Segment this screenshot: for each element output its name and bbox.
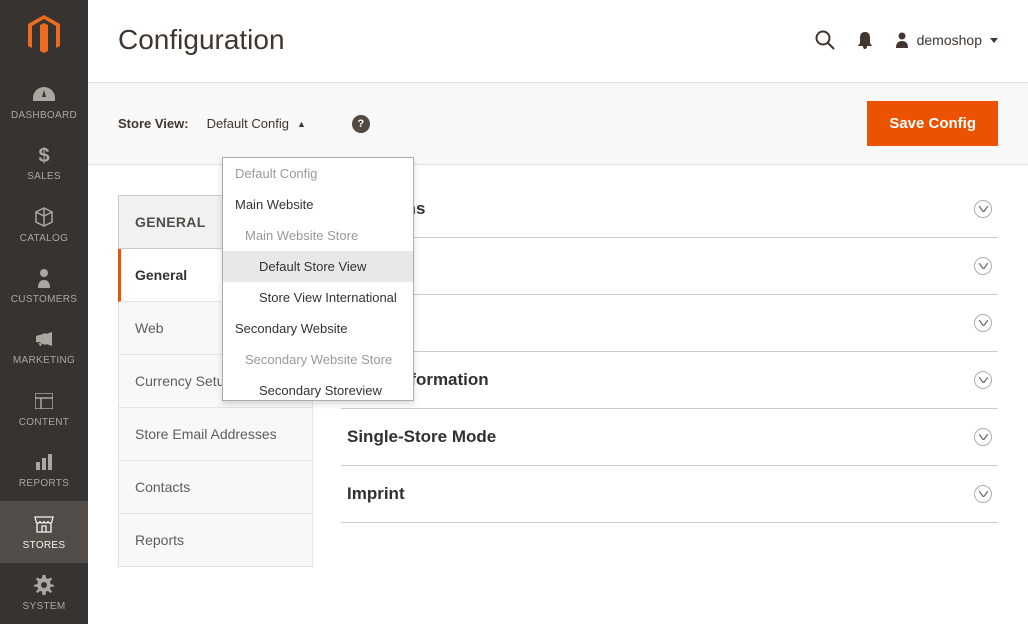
page-header: Configuration demoshop [88,0,1028,66]
user-icon [895,32,909,48]
caret-down-icon [990,38,998,43]
tab-contacts[interactable]: Contacts [118,461,313,514]
person-icon [37,267,51,289]
sidebar-item-label: SALES [27,171,61,182]
sidebar-item-label: DASHBOARD [11,110,77,121]
sidebar-item-label: CUSTOMERS [11,294,77,305]
caret-up-icon: ▲ [297,119,306,129]
dropdown-item-default-store-view[interactable]: Default Store View [223,251,413,282]
gear-icon [34,574,54,596]
sidebar-item-catalog[interactable]: CATALOG [0,194,88,255]
sidebar-item-sales[interactable]: $ SALES [0,132,88,193]
store-view-current: Default Config [207,116,289,131]
admin-sidebar: DASHBOARD $ SALES CATALOG CUSTOMERS MARK… [0,0,88,624]
sidebar-item-dashboard[interactable]: DASHBOARD [0,71,88,132]
sidebar-item-label: SYSTEM [23,601,66,612]
sidebar-item-label: STORES [23,540,66,551]
section-row[interactable]: Options [341,295,998,352]
dollar-icon: $ [38,144,50,166]
sidebar-item-label: MARKETING [13,355,75,366]
sidebar-item-label: CATALOG [20,233,68,244]
sidebar-item-marketing[interactable]: MARKETING [0,317,88,378]
expand-icon [974,257,992,275]
magento-logo[interactable] [0,0,88,71]
page-toolbar: Store View: Default Config ▲ ? Default C… [88,82,1028,165]
user-menu[interactable]: demoshop [895,32,998,48]
section-single-store-mode[interactable]: Single-Store Mode [341,409,998,466]
config-sections: y Options Options Options Store Informat… [313,195,998,624]
expand-icon [974,371,992,389]
section-row[interactable]: y Options [341,195,998,238]
dropdown-item-secondary-website-store: Secondary Website Store [223,344,413,375]
layout-icon [35,390,53,412]
notifications-button[interactable] [857,31,873,49]
bars-icon [35,451,53,473]
sidebar-item-customers[interactable]: CUSTOMERS [0,255,88,316]
save-config-button[interactable]: Save Config [867,101,998,146]
section-store-information[interactable]: Store Information [341,352,998,409]
sidebar-item-content[interactable]: CONTENT [0,378,88,439]
svg-text:$: $ [38,145,49,165]
page-title: Configuration [118,24,285,56]
username: demoshop [917,32,982,48]
section-row[interactable]: Options [341,238,998,295]
help-tooltip-icon[interactable]: ? [352,115,370,133]
tab-reports[interactable]: Reports [118,514,313,567]
sidebar-item-label: REPORTS [19,478,69,489]
storefront-icon [34,513,54,535]
megaphone-icon [34,328,54,350]
dashboard-icon [33,83,55,105]
section-imprint[interactable]: Imprint [341,466,998,523]
store-view-dropdown: Default Config Main Website Main Website… [222,157,414,401]
dropdown-item-main-website-store: Main Website Store [223,220,413,251]
sidebar-item-reports[interactable]: REPORTS [0,440,88,501]
store-view-label: Store View: [118,116,189,131]
section-title: Imprint [347,484,405,504]
expand-icon [974,485,992,503]
tab-store-email-addresses[interactable]: Store Email Addresses [118,408,313,461]
dropdown-item-secondary-website[interactable]: Secondary Website [223,313,413,344]
search-button[interactable] [815,30,835,50]
expand-icon [974,428,992,446]
section-title: Single-Store Mode [347,427,496,447]
store-view-switcher[interactable]: Default Config ▲ [207,116,306,131]
sidebar-item-label: CONTENT [19,417,69,428]
dropdown-item-main-website[interactable]: Main Website [223,189,413,220]
dropdown-item-secondary-storeview[interactable]: Secondary Storeview [223,375,413,400]
sidebar-item-stores[interactable]: STORES [0,501,88,562]
dropdown-item-default-config: Default Config [223,158,413,189]
expand-icon [974,314,992,332]
dropdown-item-store-view-international[interactable]: Store View International [223,282,413,313]
expand-icon [974,200,992,218]
cube-icon [34,206,54,228]
sidebar-item-system[interactable]: SYSTEM [0,563,88,624]
